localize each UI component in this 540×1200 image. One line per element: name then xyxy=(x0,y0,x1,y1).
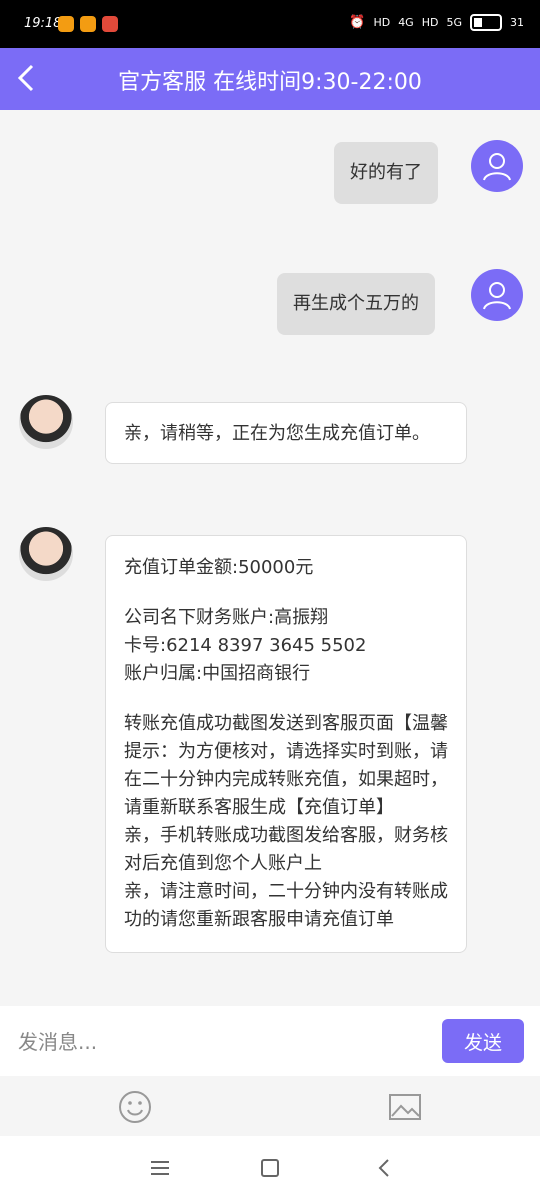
user-message-bubble: 再生成个五万的 xyxy=(277,273,435,335)
transfer-notice: 亲，请注意时间，二十分钟内没有转账成功的请您重新跟客服申请充值订单 xyxy=(124,881,448,930)
bank-name: 账户归属:中国招商银行 xyxy=(124,663,311,684)
account-name: 公司名下财务账户:高振翔 xyxy=(124,607,329,628)
message-input-bar: 发送 xyxy=(0,1006,540,1076)
menu-icon[interactable] xyxy=(148,1156,172,1180)
user-message-bubble: 好的有了 xyxy=(334,142,438,204)
status-indicators: ⏰ HD 4G HD 5G 31 xyxy=(349,14,524,31)
status-time: 19:18 xyxy=(24,16,62,31)
image-icon[interactable] xyxy=(388,1090,422,1124)
chat-messages[interactable]: 好的有了 再生成个五万的 亲，请稍等，正在为您生成充值订单。 充值订单金额:50… xyxy=(0,110,540,1006)
chat-header: 官方客服 在线时间9:30-22:00 xyxy=(0,48,540,110)
chat-toolbar xyxy=(0,1076,540,1136)
notification-bank-icon xyxy=(102,16,118,32)
notification-app-icon xyxy=(58,16,74,32)
home-icon[interactable] xyxy=(258,1156,282,1180)
battery-level: 31 xyxy=(510,16,524,29)
agent-avatar[interactable] xyxy=(19,395,73,449)
page-title: 官方客服 在线时间9:30-22:00 xyxy=(118,70,422,95)
order-amount: 充值订单金额:50000元 xyxy=(124,557,314,578)
agent-order-bubble: 充值订单金额:50000元 公司名下财务账户:高振翔 卡号:6214 8397 … xyxy=(105,535,467,953)
notification-app-icon xyxy=(80,16,96,32)
transfer-notice: 亲，手机转账成功截图发给客服，财务核对后充值到您个人账户上 xyxy=(124,825,448,874)
send-button[interactable]: 发送 xyxy=(442,1019,524,1063)
transfer-notice: 转账充值成功截图发送到客服页面【温馨提示：为方便核对，请选择实时到账，请在二十分… xyxy=(124,713,448,818)
emoji-icon[interactable] xyxy=(118,1090,152,1124)
agent-avatar[interactable] xyxy=(19,527,73,581)
agent-message-bubble: 亲，请稍等，正在为您生成充值订单。 xyxy=(105,402,467,464)
message-input[interactable] xyxy=(16,1024,420,1060)
network-label-5g: 5G xyxy=(446,16,462,29)
card-number: 卡号:6214 8397 3645 5502 xyxy=(124,635,367,656)
status-bar: 19:18 ⏰ HD 4G HD 5G 31 xyxy=(0,0,540,48)
network-label-hd2: HD xyxy=(421,16,439,29)
user-avatar[interactable] xyxy=(471,140,523,192)
network-label-hd: HD xyxy=(373,16,391,29)
alarm-icon: ⏰ xyxy=(349,15,366,30)
user-avatar[interactable] xyxy=(471,269,523,321)
notification-icons xyxy=(58,16,118,32)
user-icon xyxy=(483,153,511,181)
battery-icon xyxy=(470,14,502,31)
system-navigation-bar xyxy=(0,1136,540,1200)
user-icon xyxy=(483,282,511,310)
network-label-4g: 4G xyxy=(398,16,414,29)
back-icon[interactable] xyxy=(372,1156,396,1180)
